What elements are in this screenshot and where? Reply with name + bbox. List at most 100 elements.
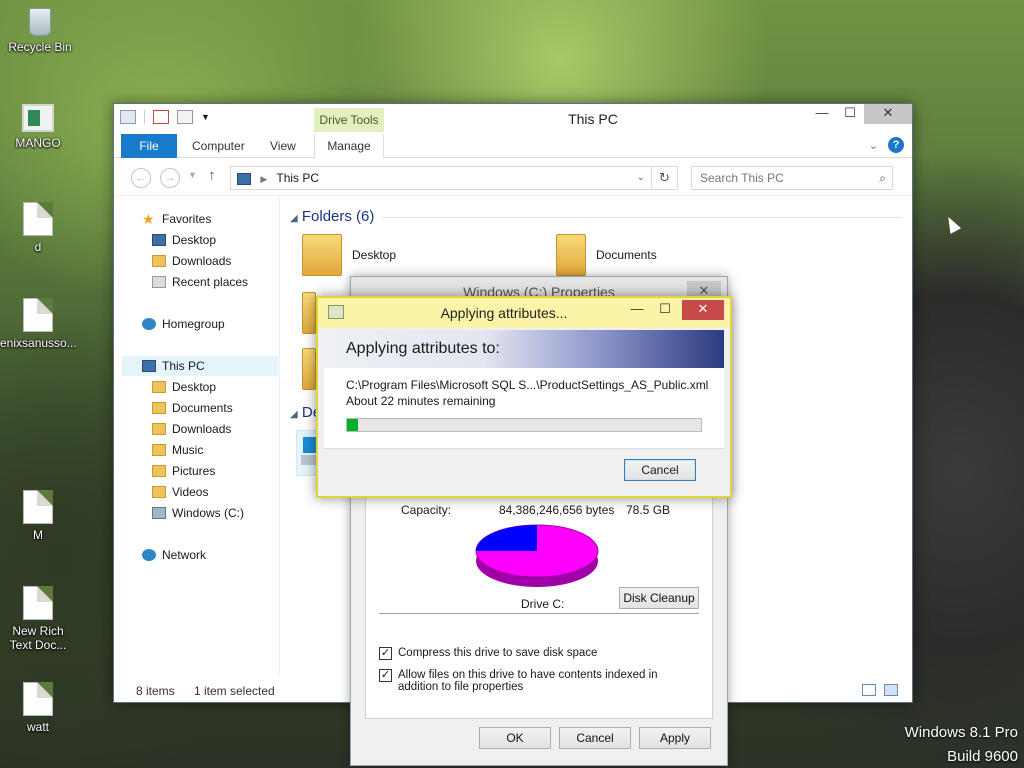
nav-pc-videos[interactable]: Videos: [152, 482, 208, 502]
document-icon: [23, 490, 53, 524]
desktop-icon-mango[interactable]: MANGO: [0, 104, 76, 150]
document-icon: [23, 682, 53, 716]
nav-pc-desktop[interactable]: Desktop: [152, 377, 216, 397]
desktop-icon-label: Recycle Bin: [8, 40, 72, 54]
tab-computer[interactable]: Computer: [178, 134, 259, 158]
nav-homegroup[interactable]: Homegroup: [142, 314, 225, 334]
status-selection: 1 item selected: [194, 684, 275, 698]
checkmark-icon: ✓: [379, 647, 392, 660]
collapse-arrow-icon: ◢: [290, 213, 298, 224]
maximize-button[interactable]: ☐: [652, 300, 678, 320]
nav-pc-windows-c[interactable]: Windows (C:): [152, 503, 244, 523]
large-icons-view-icon[interactable]: [884, 684, 898, 696]
address-dropdown-icon[interactable]: ⌄: [637, 167, 645, 189]
maximize-button[interactable]: ☐: [836, 104, 864, 124]
progress-fill: [347, 419, 358, 431]
folder-icon: [152, 486, 166, 498]
collapse-arrow-icon: ◢: [290, 409, 298, 420]
close-button[interactable]: ✕: [864, 104, 912, 124]
recent-locations-icon[interactable]: ▼: [188, 170, 197, 180]
folder-tile-partial-2[interactable]: [302, 348, 316, 390]
homegroup-icon: [142, 318, 156, 330]
nav-pc-downloads[interactable]: Downloads: [152, 419, 231, 439]
folder-tile-desktop[interactable]: Desktop: [302, 234, 396, 276]
refresh-button[interactable]: ↻: [652, 166, 678, 190]
window-title: This PC: [568, 111, 618, 127]
nav-favorites[interactable]: ★ Favorites: [142, 209, 211, 229]
nav-pc-documents[interactable]: Documents: [152, 398, 233, 418]
address-row: ← → ▼ ↑ ▶ This PC ⌄ ↻ Search This PC ⌕: [114, 158, 912, 196]
time-remaining: About 22 minutes remaining: [346, 394, 496, 408]
desktop-icon: [152, 234, 166, 246]
nav-fav-desktop[interactable]: Desktop: [152, 230, 216, 250]
folder-icon: [302, 292, 316, 334]
desktop-icon-watt[interactable]: watt: [0, 682, 76, 734]
nav-fav-recent[interactable]: Recent places: [152, 272, 248, 292]
desktop-icon-m[interactable]: M: [0, 490, 76, 542]
help-icon[interactable]: ?: [888, 137, 904, 153]
os-watermark-edition: Windows 8.1 Pro: [904, 724, 1018, 741]
folder-icon: [152, 381, 166, 393]
capacity-gb: 78.5 GB: [626, 503, 671, 517]
desktop-icon-enixsanusso[interactable]: enixsanusso...: [0, 298, 77, 350]
drive-label: Drive C:: [521, 597, 565, 611]
explorer-titlebar: ▼ Drive Tools This PC — ☐ ✕: [114, 104, 912, 132]
forward-button[interactable]: →: [160, 168, 180, 188]
nav-this-pc[interactable]: This PC: [122, 356, 278, 376]
minimize-button[interactable]: —: [808, 104, 836, 124]
up-arrow-icon[interactable]: ↑: [208, 167, 216, 184]
nav-pc-music[interactable]: Music: [152, 440, 203, 460]
tab-file[interactable]: File: [121, 134, 177, 158]
index-drive-checkbox[interactable]: ✓ Allow files on this drive to have cont…: [379, 669, 699, 693]
nav-pc-pictures[interactable]: Pictures: [152, 461, 215, 481]
minimize-button[interactable]: —: [624, 300, 650, 320]
drive-icon: [152, 507, 166, 519]
ok-button[interactable]: OK: [479, 727, 551, 749]
desktop-icon-recycle-bin[interactable]: Recycle Bin: [2, 8, 78, 54]
apply-button[interactable]: Apply: [639, 727, 711, 749]
search-icon: ⌕: [879, 171, 886, 185]
nav-network[interactable]: Network: [142, 545, 206, 565]
app-icon: [22, 104, 54, 132]
breadcrumb-this-pc[interactable]: This PC: [276, 171, 319, 185]
folder-tile-partial-1[interactable]: [302, 292, 316, 334]
recycle-bin-icon: [29, 8, 51, 36]
back-button[interactable]: ←: [131, 168, 151, 188]
current-file-path: C:\Program Files\Microsoft SQL S...\Prod…: [346, 378, 709, 392]
computer-icon: [142, 360, 156, 372]
tab-view[interactable]: View: [256, 134, 310, 158]
star-icon: ★: [142, 211, 155, 227]
tab-manage[interactable]: Manage: [314, 134, 384, 159]
folder-tile-documents[interactable]: Documents: [556, 234, 657, 276]
folder-icon: [152, 444, 166, 456]
capacity-label: Capacity:: [401, 503, 452, 517]
details-view-icon[interactable]: [862, 684, 876, 696]
folders-group-header[interactable]: ◢ Folders (6): [290, 208, 903, 225]
rich-text-document-icon: [23, 586, 53, 620]
properties-cancel-button[interactable]: Cancel: [559, 727, 631, 749]
apply-dialog-footer: Cancel: [324, 448, 724, 492]
recent-places-icon: [152, 276, 166, 288]
search-input[interactable]: Search This PC ⌕: [691, 166, 893, 190]
nav-fav-downloads[interactable]: Downloads: [152, 251, 231, 271]
compress-drive-checkbox[interactable]: ✓ Compress this drive to save disk space: [379, 647, 699, 660]
apply-close-button[interactable]: ✕: [682, 300, 724, 320]
desktop-icon-new-rich-text[interactable]: New Rich Text Doc...: [0, 586, 76, 652]
desktop-icon-label: MANGO: [15, 136, 61, 150]
desktop-icon-label: d: [34, 240, 42, 254]
window-controls: — ☐ ✕: [808, 104, 912, 124]
address-bar[interactable]: ▶ This PC ⌄: [230, 166, 652, 190]
expand-ribbon-icon[interactable]: ⌄: [869, 139, 878, 152]
disk-usage-pie-chart: [475, 524, 599, 587]
desktop-icon-d[interactable]: d: [0, 202, 76, 254]
apply-cancel-button[interactable]: Cancel: [624, 459, 696, 481]
folder-icon: [152, 465, 166, 477]
breadcrumb-chevron-icon[interactable]: ▶: [260, 174, 267, 184]
ribbon-tabs: File Computer View Manage ⌄ ?: [114, 132, 912, 159]
desktop-icon-label: New Rich Text Doc...: [9, 624, 67, 652]
search-placeholder: Search This PC: [700, 171, 784, 185]
disk-cleanup-button[interactable]: Disk Cleanup: [619, 587, 699, 609]
os-watermark-build: Build 9600: [947, 748, 1018, 765]
mouse-cursor-icon: [942, 214, 962, 234]
document-icon: [23, 202, 53, 236]
